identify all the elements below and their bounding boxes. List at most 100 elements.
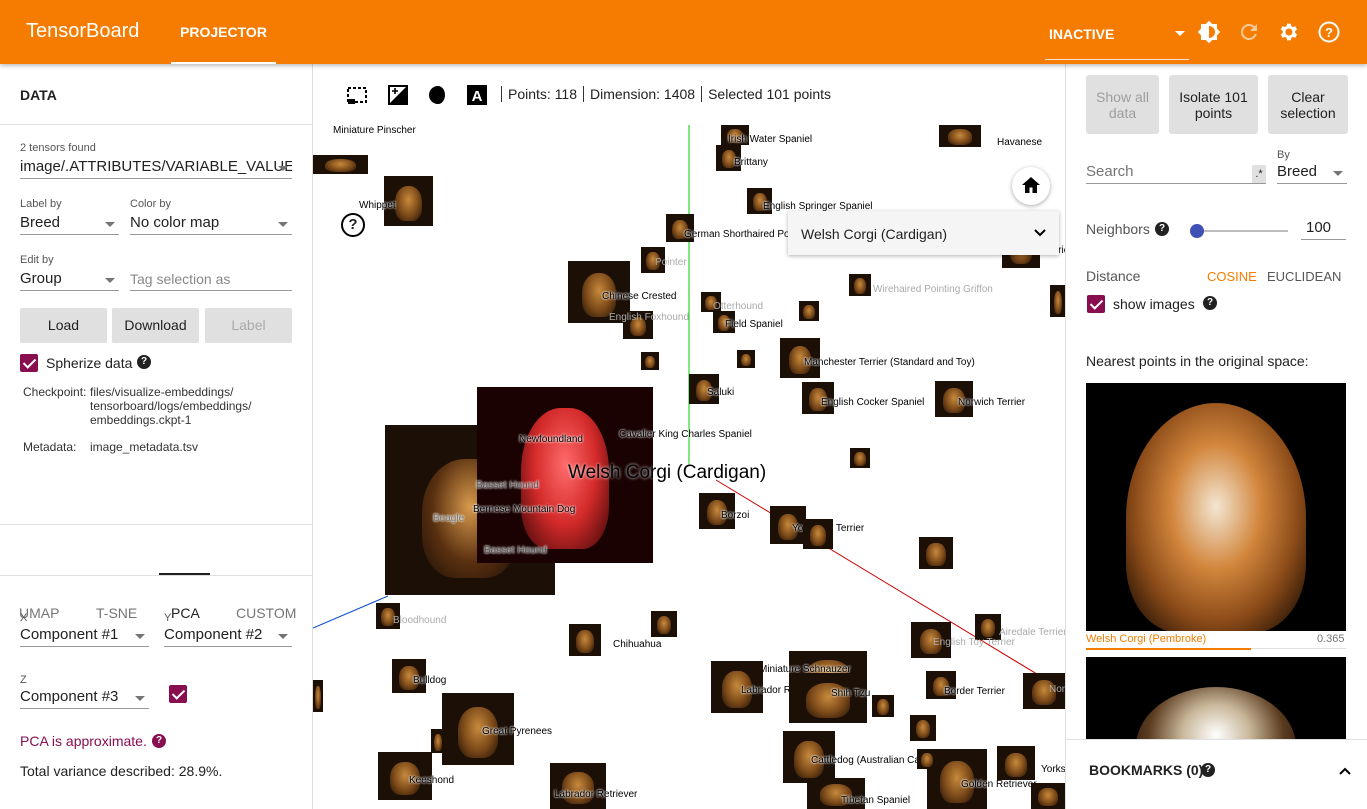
- z-label: Z: [20, 674, 27, 686]
- tab-pca[interactable]: PCA: [171, 605, 200, 621]
- image-point[interactable]: [997, 746, 1035, 780]
- isolate-button[interactable]: Isolate 101 points: [1169, 75, 1258, 134]
- image-point[interactable]: [872, 695, 894, 717]
- image-point[interactable]: [313, 680, 323, 712]
- help-icon[interactable]: ?: [1317, 20, 1341, 44]
- labels-toggle-icon[interactable]: A: [466, 84, 488, 106]
- y-component-select[interactable]: Component #2: [164, 625, 292, 647]
- plugin-select[interactable]: INACTIVE: [1045, 16, 1189, 60]
- select-region-icon[interactable]: [346, 84, 368, 106]
- help-icon[interactable]: ?: [1203, 296, 1217, 310]
- image-point[interactable]: [569, 624, 601, 656]
- point-label: Keeshond: [409, 775, 455, 786]
- tab-tsne[interactable]: T-SNE: [96, 605, 137, 621]
- nearest-image[interactable]: [1086, 383, 1346, 631]
- point-label: Irish Water Spaniel: [728, 134, 813, 145]
- help-icon[interactable]: ?: [152, 734, 166, 748]
- z-component-select[interactable]: Component #3: [20, 687, 149, 709]
- point-label: Newfoundland: [519, 434, 583, 445]
- download-button[interactable]: Download: [112, 308, 199, 343]
- moon-icon[interactable]: [427, 84, 449, 106]
- svg-text:?: ?: [1325, 25, 1333, 40]
- image-point[interactable]: [799, 301, 819, 321]
- image-point[interactable]: [803, 519, 833, 549]
- pca-approx-note: PCA is approximate.: [20, 733, 147, 749]
- image-point[interactable]: [651, 611, 677, 637]
- search-by-select[interactable]: Breed: [1277, 162, 1347, 184]
- color-by-select[interactable]: No color map: [130, 213, 292, 235]
- edit-by-select[interactable]: Group: [20, 269, 119, 291]
- cosine-button[interactable]: COSINE: [1207, 269, 1257, 284]
- theme-icon[interactable]: [1197, 20, 1221, 44]
- point-label: Norfolk: [1049, 684, 1065, 695]
- help-icon[interactable]: ?: [1155, 222, 1169, 236]
- corgi-photo: [1126, 403, 1306, 631]
- neighbors-slider-thumb[interactable]: [1189, 224, 1204, 238]
- label-by-select[interactable]: Breed: [20, 213, 119, 235]
- clear-selection-button[interactable]: Clear selection: [1268, 75, 1348, 134]
- point-label: Chihuahua: [613, 639, 662, 650]
- help-icon[interactable]: ?: [341, 213, 365, 237]
- spherize-checkbox[interactable]: [20, 354, 38, 372]
- label-button[interactable]: Label: [205, 308, 292, 343]
- image-point[interactable]: [849, 274, 871, 296]
- x-component-select[interactable]: Component #1: [20, 625, 149, 647]
- label-by-value: Breed: [20, 214, 61, 231]
- image-point[interactable]: [313, 155, 368, 174]
- z-enable-checkbox[interactable]: [169, 685, 187, 703]
- total-variance: Total variance described: 28.9%.: [20, 763, 223, 779]
- refresh-icon[interactable]: [1237, 20, 1261, 44]
- chevron-up-icon[interactable]: [1338, 766, 1352, 776]
- load-button[interactable]: Load: [20, 308, 107, 343]
- home-icon: [1022, 177, 1040, 193]
- nearest-bar-track: [1086, 648, 1346, 650]
- point-label: Border Terrier: [944, 686, 1005, 697]
- tensor-select[interactable]: image/.ATTRIBUTES/VARIABLE_VALUE: [20, 157, 292, 179]
- nearest-label[interactable]: Welsh Corgi (Pembroke): [1086, 633, 1206, 645]
- search-input[interactable]: Search: [1086, 162, 1266, 184]
- tab-projector[interactable]: PROJECTOR: [171, 0, 276, 64]
- image-point[interactable]: [550, 763, 606, 809]
- help-icon[interactable]: ?: [137, 355, 151, 369]
- image-point[interactable]: [737, 350, 755, 368]
- tag-selection-input[interactable]: Tag selection as: [130, 269, 292, 291]
- divider: [0, 124, 312, 125]
- show-all-button[interactable]: Show all data: [1086, 75, 1159, 134]
- image-point[interactable]: [1050, 285, 1065, 317]
- settings-icon[interactable]: [1277, 20, 1301, 44]
- nearest-image[interactable]: [1086, 657, 1346, 739]
- image-point[interactable]: [1031, 783, 1065, 809]
- point-label: Wirehaired Pointing Griffon: [873, 284, 993, 295]
- bookmarks-title: BOOKMARKS (0): [1089, 762, 1204, 778]
- image-point[interactable]: [641, 352, 659, 370]
- bookmarks-panel[interactable]: BOOKMARKS (0) ?: [1066, 739, 1367, 809]
- chevron-down-icon: [278, 634, 288, 639]
- points-count: Points: 118: [501, 86, 584, 102]
- reset-view-button[interactable]: [1012, 167, 1050, 205]
- scatter-plot[interactable]: Miniature Pinscher Whippet Irish Water Spa…: [313, 125, 1065, 809]
- label-search-select[interactable]: Welsh Corgi (Cardigan): [788, 211, 1059, 255]
- checkpoint-line-3: embeddings.ckpt-1: [90, 413, 192, 427]
- point-label: Basset Hound: [484, 545, 547, 556]
- image-point[interactable]: [910, 715, 936, 741]
- euclidean-button[interactable]: EUCLIDEAN: [1267, 269, 1341, 284]
- tab-custom[interactable]: CUSTOM: [236, 605, 296, 621]
- help-icon[interactable]: ?: [1201, 763, 1215, 777]
- label-by-label: Label by: [20, 198, 62, 210]
- image-point[interactable]: [939, 125, 981, 147]
- regex-toggle[interactable]: .*: [1252, 165, 1266, 183]
- neighbors-input[interactable]: 100: [1301, 218, 1346, 240]
- point-label: Saluki: [707, 387, 735, 398]
- image-point[interactable]: [919, 537, 953, 569]
- point-label: Field Spaniel: [725, 319, 783, 330]
- image-point[interactable]: [917, 749, 937, 769]
- image-point[interactable]: [431, 729, 445, 753]
- night-mode-icon[interactable]: [387, 84, 409, 106]
- image-point[interactable]: [850, 448, 870, 468]
- point-label: Whippet: [359, 200, 396, 211]
- point-label: Bloodhound: [393, 615, 447, 626]
- show-images-checkbox[interactable]: [1087, 295, 1105, 313]
- neighbors-label: Neighbors: [1086, 221, 1150, 237]
- search-by-value: Breed: [1277, 163, 1318, 180]
- dimension-count: Dimension: 1408: [583, 86, 702, 102]
